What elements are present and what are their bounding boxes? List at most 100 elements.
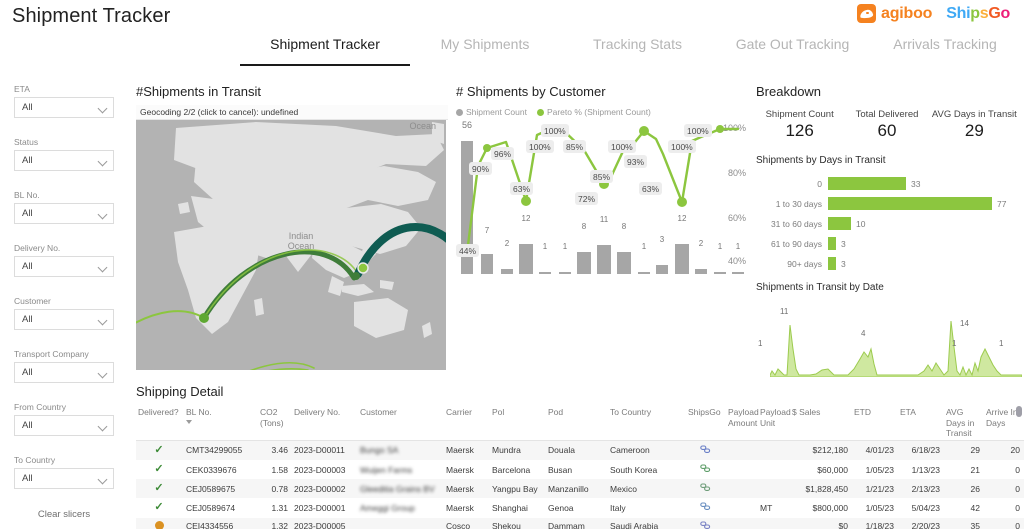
cell-carrier: Maersk (446, 445, 474, 456)
days-bar-row[interactable]: 31 to 60 days 10 (756, 215, 1018, 232)
slicer-dropdown-delivery-no[interactable]: All (14, 256, 114, 277)
days-bar-row[interactable]: 90+ days 3 (756, 255, 1018, 272)
col-to-country[interactable]: To Country (608, 405, 686, 441)
cell-shipsgo[interactable] (686, 460, 726, 479)
cell-arrive-days: 0 (1015, 521, 1020, 529)
shipping-detail-panel: Shipping Detail Delivered? BL No. CO2 (T… (136, 384, 1024, 529)
table-row[interactable]: ✓ CEJ0589675 0.78 2023-D00002 Gleeditia … (136, 479, 1024, 499)
map-panel-title: #Shipments in Transit (136, 84, 262, 99)
slicer-label-customer: Customer (14, 296, 51, 306)
slicer-dropdown-transport-company[interactable]: All (14, 362, 114, 383)
sparkline-label: 14 (960, 319, 969, 328)
cell-payload-unit: MT (760, 502, 773, 513)
days-bar-value: 33 (911, 178, 921, 189)
slicer-dropdown-status[interactable]: All (14, 150, 114, 171)
cell-payload-amount (726, 518, 758, 529)
table-row[interactable]: ✓ CEJ0589674 1.31 2023-D00001 Ameggi Gro… (136, 498, 1024, 517)
slicer-dropdown-to-country[interactable]: All (14, 468, 114, 489)
col-customer[interactable]: Customer (358, 405, 444, 441)
kpi-avg-days-in-transit: AVG Days in Transit 29 (931, 109, 1018, 141)
slicer-dropdown-eta[interactable]: All (14, 97, 114, 118)
col-shipsgo[interactable]: ShipsGo (686, 405, 726, 441)
cell-pol: Mundra (492, 445, 521, 456)
col-co2[interactable]: CO2 (Tons) (258, 405, 292, 441)
transit-by-date-title: Shipments in Transit by Date (756, 282, 884, 293)
cell-delivery-no: 2023-D00003 (294, 464, 346, 475)
chevron-down-icon (98, 262, 107, 271)
link-icon (699, 464, 710, 473)
cell-shipsgo[interactable] (686, 498, 726, 517)
col-pol[interactable]: Pol (490, 405, 546, 441)
cell-customer: Gleeditia Grains BV (360, 483, 435, 494)
cell-customer: Ameggi Group (360, 502, 415, 513)
cell-delivered: ✓ (136, 498, 184, 517)
legend-dot-icon (456, 108, 463, 116)
pareto-label: 96% (491, 147, 515, 160)
legend-label-shipment-count: Shipment Count (466, 107, 527, 117)
cell-to-country: Saudi Arabia (610, 521, 659, 529)
cell-sales: $212,180 (812, 445, 848, 456)
chevron-down-icon (98, 209, 107, 218)
tab-tracking-stats[interactable]: Tracking Stats (560, 36, 715, 66)
slicer-dropdown-from-country[interactable]: All (14, 415, 114, 436)
col-avg-days-in-transit[interactable]: AVG Days in Transit (944, 405, 984, 441)
legend-shipment-count[interactable]: Shipment Count (456, 107, 527, 117)
shipments-in-transit-by-date-chart[interactable]: 1 11 4 14 1 1 (756, 301, 1022, 377)
days-bar-row[interactable]: 61 to 90 days 3 (756, 235, 1018, 252)
slicer-dropdown-customer[interactable]: All (14, 309, 114, 330)
col-carrier[interactable]: Carrier (444, 405, 490, 441)
cell-co2: 1.32 (271, 521, 288, 529)
days-bar-fill (828, 217, 851, 230)
map-canvas[interactable]: Ocean Indian Ocean (136, 120, 446, 370)
legend-pareto-pct[interactable]: Pareto % (Shipment Count) (536, 107, 651, 117)
breakdown-title: Breakdown (756, 84, 822, 99)
tab-arrivals-tracking[interactable]: Arrivals Tracking (870, 36, 1020, 66)
col-etd[interactable]: ETD (852, 405, 898, 441)
col-delivered[interactable]: Delivered? (136, 405, 184, 441)
cell-payload-amount (726, 460, 758, 479)
tab-shipment-tracker[interactable]: Shipment Tracker (240, 36, 410, 66)
table-row[interactable]: ✓ CEK0339676 1.58 2023-D00003 Wuijen Far… (136, 460, 1024, 479)
days-bar-row[interactable]: 0 33 (756, 175, 1018, 192)
cell-shipsgo[interactable] (686, 518, 726, 529)
days-in-transit-title: Shipments by Days in Transit (756, 155, 886, 166)
agiboo-logo: agiboo (857, 4, 932, 23)
col-payload-amount[interactable]: Payload Amount (726, 405, 759, 441)
cell-shipsgo[interactable] (686, 440, 726, 460)
col-payload-unit[interactable]: Payload Unit (758, 405, 791, 441)
cell-payload-amount (726, 479, 758, 498)
cell-shipsgo[interactable] (686, 479, 726, 498)
days-bar-row[interactable]: 1 to 30 days 77 (756, 195, 1018, 212)
pareto-chart[interactable]: 100% 80% 60% 40% 56 7 2 12 1 1 8 11 8 1 … (456, 119, 746, 274)
table-row[interactable]: CEI4334556 1.32 2023-D00005 Cosco Shekou… (136, 517, 1024, 529)
table-row[interactable]: ✓ CMT34299055 3.46 2023-D00011 Bungo SA … (136, 440, 1024, 461)
chevron-down-icon (98, 368, 107, 377)
table-scrollbar-thumb[interactable] (1016, 406, 1022, 417)
link-icon (699, 521, 710, 529)
col-bl-no[interactable]: BL No. (184, 405, 258, 441)
cell-payload-amount (726, 440, 758, 460)
tab-my-shipments[interactable]: My Shipments (410, 36, 560, 66)
shipsgo-logo: ShipsGo (946, 4, 1010, 22)
cell-delivery-no: 2023-D00001 (294, 502, 346, 513)
cell-pol: Shanghai (492, 502, 528, 513)
kpi-value: 60 (877, 121, 897, 140)
clear-slicers-button[interactable]: Clear slicers (0, 509, 128, 520)
days-in-transit-chart[interactable]: 0 33 1 to 30 days 77 31 to 60 days 10 61… (756, 175, 1018, 272)
col-pod[interactable]: Pod (546, 405, 608, 441)
pareto-label: 100% (526, 140, 554, 153)
shipments-in-transit-map-panel: #Shipments in Transit Geocoding 2/2 (cli… (136, 84, 448, 370)
slicer-dropdown-bl-no[interactable]: All (14, 203, 114, 224)
ocean-label-indian: Indian Ocean (287, 231, 315, 251)
cell-sales: $0 (838, 521, 848, 529)
cell-bl-no: CEJ0589675 (186, 483, 236, 494)
chevron-down-icon (98, 421, 107, 430)
kpi-value: 29 (964, 121, 984, 140)
col-delivery-no[interactable]: Delivery No. (292, 405, 358, 441)
cell-customer: Wuijen Farms (360, 464, 413, 475)
tab-gate-out-tracking[interactable]: Gate Out Tracking (715, 36, 870, 66)
col-sales[interactable]: $ Sales (790, 405, 852, 441)
geocoding-status[interactable]: Geocoding 2/2 (click to cancel): undefin… (136, 105, 448, 120)
col-eta[interactable]: ETA (898, 405, 944, 441)
cell-co2: 1.31 (271, 502, 288, 513)
